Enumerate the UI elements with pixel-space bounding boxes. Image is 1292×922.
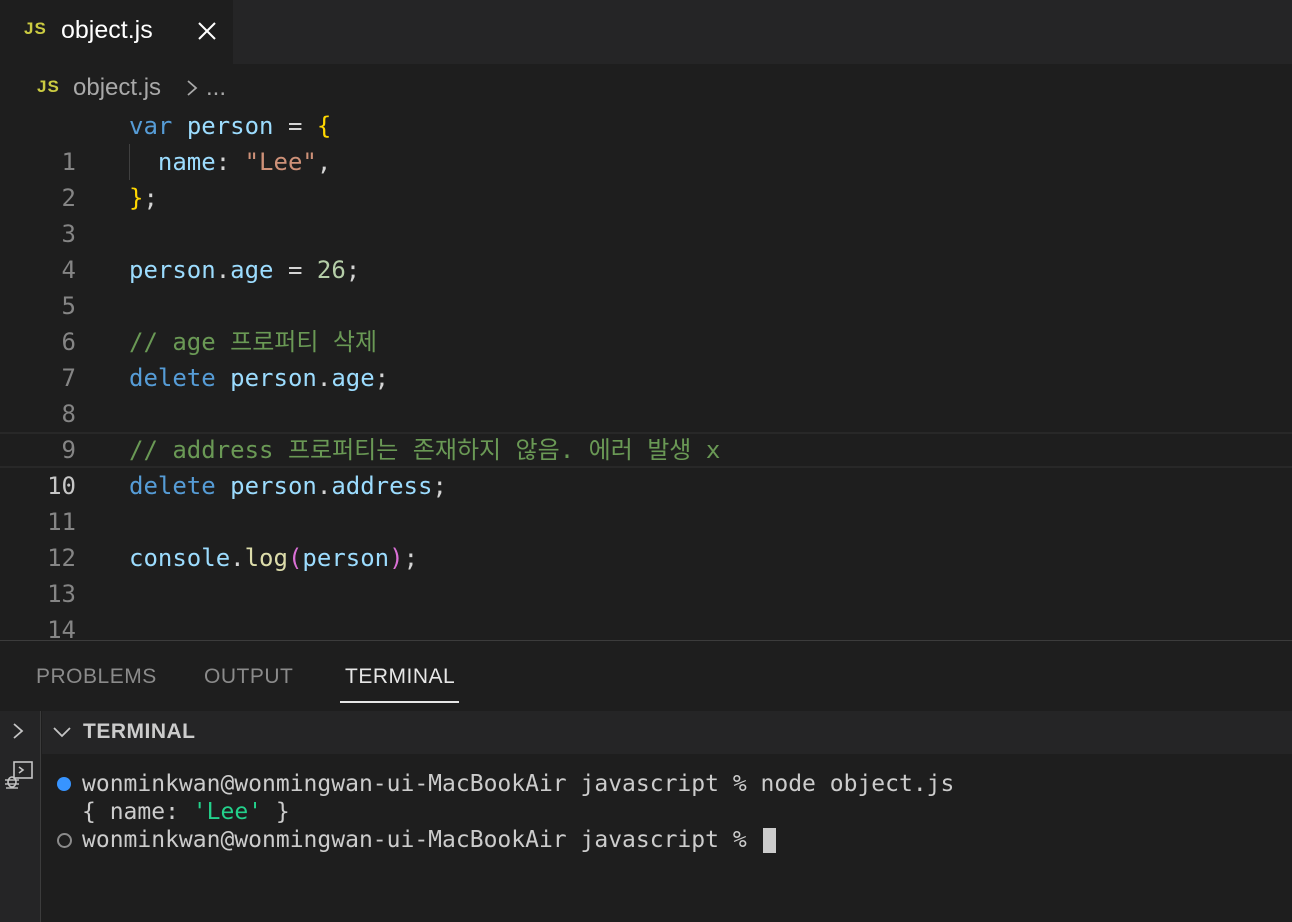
terminal-command: node object.js (760, 771, 955, 797)
tab-output[interactable]: OUTPUT (204, 665, 293, 689)
tab-problems[interactable]: PROBLEMS (36, 665, 157, 689)
terminal-section-header[interactable]: TERMINAL (42, 711, 1292, 754)
terminal-side-strip (0, 711, 41, 922)
code-text: name: "Lee", (157, 148, 332, 176)
code-line-active: 10 // address 프로퍼티는 존재하지 않음. 에러 발생 x (0, 432, 1292, 500)
debug-console-icon[interactable] (3, 759, 35, 791)
javascript-file-icon: JS (37, 77, 60, 96)
breadcrumb: JS object.js ... (0, 64, 1292, 110)
terminal-line: { name: 'Lee' } (82, 798, 290, 826)
code-text: console.log(person); (129, 544, 419, 572)
terminal-prompt: wonminkwan@wonmingwan-ui-MacBookAir java… (82, 771, 761, 797)
chevron-right-icon (187, 80, 198, 96)
editor-tab-bar: JS object.js (0, 0, 1292, 64)
active-tab-indicator (340, 701, 459, 703)
code-text: person.age = 26; (129, 256, 361, 284)
code-line: 6 (0, 288, 1292, 356)
code-text: delete person.address; (129, 472, 447, 500)
tab-filename: object.js (61, 16, 153, 44)
code-line: 2 name: "Lee", (0, 144, 1292, 212)
terminal-prompt: wonminkwan@wonmingwan-ui-MacBookAir java… (82, 827, 761, 853)
code-line: 13 console.log(person); (0, 540, 1292, 608)
code-line: 12 (0, 504, 1292, 572)
terminal-output: } (262, 799, 290, 825)
terminal-output: { name: (82, 799, 193, 825)
code-text: }; (129, 184, 158, 212)
command-pending-icon[interactable] (57, 833, 72, 848)
terminal-line: wonminkwan@wonmingwan-ui-MacBookAir java… (82, 826, 776, 854)
terminal-title: TERMINAL (83, 720, 196, 743)
chevron-down-icon[interactable] (52, 725, 72, 739)
code-comment: // address 프로퍼티는 존재하지 않음. 에러 발생 x (129, 436, 721, 464)
breadcrumb-file[interactable]: object.js (73, 74, 161, 102)
code-line: 11 delete person.address; (0, 468, 1292, 536)
code-comment: // age 프로퍼티 삭제 (129, 328, 378, 356)
terminal-line: wonminkwan@wonmingwan-ui-MacBookAir java… (82, 770, 954, 798)
code-line: 8 delete person.age; (0, 360, 1292, 428)
code-line: 5 person.age = 26; (0, 252, 1292, 320)
terminal[interactable]: wonminkwan@wonmingwan-ui-MacBookAir java… (42, 754, 1292, 922)
command-success-icon[interactable] (57, 777, 71, 791)
close-icon[interactable] (196, 20, 218, 42)
code-text: delete person.age; (129, 364, 390, 392)
breadcrumb-more[interactable]: ... (206, 74, 226, 102)
code-line: 7 // age 프로퍼티 삭제 (0, 324, 1292, 392)
terminal-output-string: 'Lee' (192, 799, 263, 825)
code-line: 1 var person = { (0, 108, 1292, 176)
code-line: 14 (0, 576, 1292, 644)
code-line: 3 }; (0, 180, 1292, 248)
terminal-cursor (762, 828, 776, 853)
code-editor[interactable]: 1 var person = { 2 name: "Lee", 3 }; 4 5… (0, 108, 1292, 644)
code-line: 4 (0, 216, 1292, 284)
code-text: var person = { (129, 112, 332, 140)
panel-tab-bar: PROBLEMS OUTPUT TERMINAL (0, 641, 1292, 711)
javascript-file-icon: JS (24, 19, 47, 38)
code-line: 9 (0, 396, 1292, 464)
chevron-right-icon[interactable] (10, 721, 26, 741)
tab-terminal[interactable]: TERMINAL (345, 665, 455, 689)
tab-object-js[interactable]: JS object.js (0, 0, 233, 64)
